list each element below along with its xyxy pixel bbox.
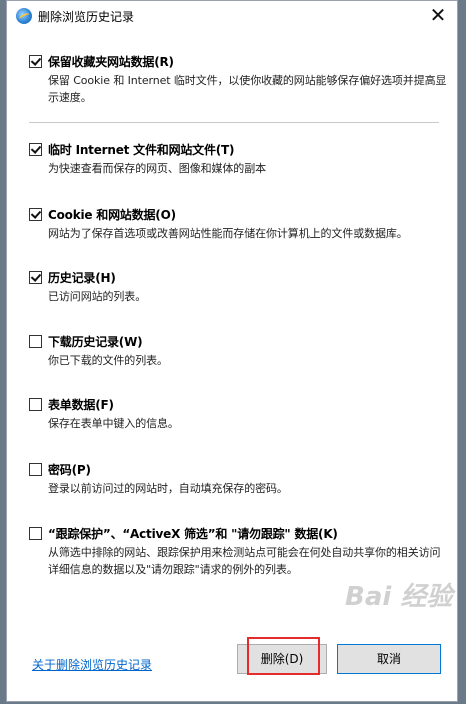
divider <box>29 122 439 123</box>
option-label: 表单数据(F) <box>48 398 114 412</box>
cancel-button[interactable]: 取消 <box>337 644 441 674</box>
option-label: 保留收藏夹网站数据(R) <box>48 55 174 69</box>
temp-files-checkbox[interactable] <box>29 143 42 156</box>
option-label: Cookie 和网站数据(O) <box>48 208 176 222</box>
option-label: 临时 Internet 文件和网站文件(T) <box>48 143 235 157</box>
option-form-data[interactable]: 表单数据(F) 保存在表单中键入的信息。 <box>29 396 445 436</box>
window-title: 删除浏览历史记录 <box>38 10 135 24</box>
delete-button-highlight <box>247 637 320 675</box>
option-cookies[interactable]: Cookie 和网站数据(O) 网站为了保存首选项或改善网站性能而存储在你计算机… <box>29 206 445 258</box>
tracking-protection-checkbox[interactable] <box>29 527 42 540</box>
option-label: 历史记录(H) <box>48 271 116 285</box>
option-download-history[interactable]: 下载历史记录(W) 你已下载的文件的列表。 <box>29 333 445 373</box>
option-description: 网站为了保存首选项或改善网站性能而存储在你计算机上的文件或数据库。 <box>48 227 408 240</box>
option-history[interactable]: 历史记录(H) 已访问网站的列表。 <box>29 269 445 309</box>
title-bar: 删除浏览历史记录 ✕ <box>7 1 457 31</box>
watermark: Bai 经验 <box>345 582 453 612</box>
preserve-favorites-checkbox[interactable] <box>29 55 42 68</box>
passwords-checkbox[interactable] <box>29 463 42 476</box>
close-button[interactable]: ✕ <box>421 1 455 31</box>
option-preserve-favorites[interactable]: 保留收藏夹网站数据(R) 保留 Cookie 和 Internet 临时文件，以… <box>29 53 447 105</box>
option-tracking-protection[interactable]: “跟踪保护”、“ActiveX 筛选”和 "请勿跟踪" 数据(K) 从筛选中排除… <box>29 525 445 581</box>
option-description: 从筛选中排除的网站、跟踪保护用来检测站点可能会在何处自动共享你的相关访问详细信息… <box>48 546 441 576</box>
option-description: 已访问网站的列表。 <box>48 290 147 303</box>
form-data-checkbox[interactable] <box>29 398 42 411</box>
ie-icon <box>16 8 32 24</box>
download-history-checkbox[interactable] <box>29 335 42 348</box>
delete-browsing-history-dialog: 删除浏览历史记录 ✕ 保留收藏夹网站数据(R) 保留 Cookie 和 Inte… <box>6 0 458 702</box>
option-description: 为快速查看而保存的网页、图像和媒体的副本 <box>48 162 266 175</box>
option-label: 密码(P) <box>48 463 91 477</box>
option-description: 登录以前访问过的网站时，自动填充保存的密码。 <box>48 482 288 495</box>
option-description: 保留 Cookie 和 Internet 临时文件，以使你收藏的网站能够保存偏好… <box>48 74 447 104</box>
option-description: 保存在表单中键入的信息。 <box>48 417 179 430</box>
about-delete-history-link[interactable]: 关于删除浏览历史记录 <box>32 656 152 673</box>
option-description: 你已下载的文件的列表。 <box>48 354 168 367</box>
option-temp-internet-files[interactable]: 临时 Internet 文件和网站文件(T) 为快速查看而保存的网页、图像和媒体… <box>29 141 445 181</box>
history-checkbox[interactable] <box>29 271 42 284</box>
option-label: “跟踪保护”、“ActiveX 筛选”和 "请勿跟踪" 数据(K) <box>48 527 338 541</box>
cookies-checkbox[interactable] <box>29 208 42 221</box>
option-passwords[interactable]: 密码(P) 登录以前访问过的网站时，自动填充保存的密码。 <box>29 461 445 501</box>
option-label: 下载历史记录(W) <box>48 335 143 349</box>
